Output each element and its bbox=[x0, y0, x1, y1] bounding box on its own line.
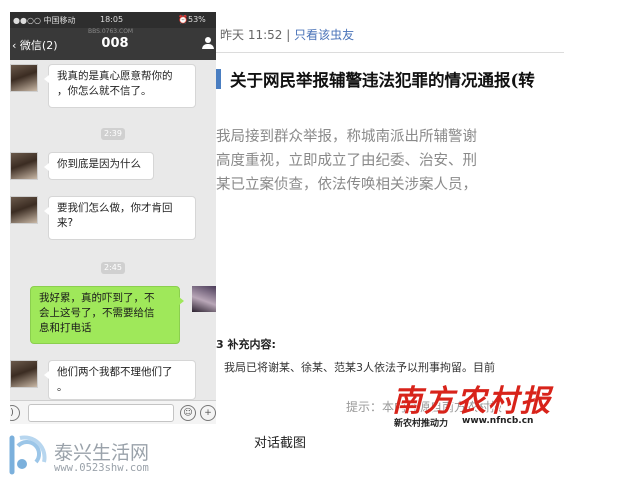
emoji-icon[interactable]: ☺ bbox=[180, 405, 196, 421]
message-line: 息和打电话 bbox=[39, 322, 92, 334]
wechat-screenshot: ●●○○ 中国移动 18:05 ⏰ 53% ‹ 微信(2) BBS.0763.C… bbox=[10, 12, 216, 424]
news-body: 我局接到群众举报，称城南派出所辅警谢 高度重视，立即成立了由纪委、治安、刑 某已… bbox=[216, 125, 477, 197]
chat-title: 008 bbox=[101, 36, 129, 51]
image-caption: 对话截图 bbox=[254, 436, 307, 451]
site-name: 泰兴生活网 bbox=[54, 442, 150, 464]
message-line: 要我们怎么做，你才肯回 bbox=[57, 202, 173, 214]
newspaper-logo: 南方农村报 新农村推动力 www.nfncb.cn bbox=[392, 376, 560, 432]
contact-avatar[interactable] bbox=[10, 152, 38, 180]
my-avatar[interactable] bbox=[192, 286, 216, 312]
timestamp: 2:39 bbox=[101, 128, 125, 140]
battery-label: 53% bbox=[188, 15, 206, 24]
message-input-bar: ) ☺ + bbox=[10, 400, 216, 424]
message-line: 我好累，真的吓到了，不 bbox=[39, 292, 155, 304]
logo-slogan: 新农村推动力 bbox=[394, 419, 449, 429]
back-button[interactable]: ‹ 微信(2) bbox=[12, 37, 58, 53]
incoming-message[interactable]: 要我们怎么做，你才肯回 来? bbox=[44, 196, 196, 240]
outgoing-message[interactable]: 我好累，真的吓到了，不 会上这号了，不需要给信 息和打电话 bbox=[30, 286, 184, 344]
message-line: 。 bbox=[57, 381, 68, 393]
news-title: 关于网民举报辅警违法犯罪的情况通报(转 bbox=[230, 71, 535, 90]
back-label: 微信(2) bbox=[19, 39, 58, 52]
only-this-user-link[interactable]: 只看该虫友 bbox=[294, 28, 354, 42]
message-line: ，你怎么就不信了。 bbox=[57, 85, 152, 97]
incoming-message[interactable]: 我真的是真心愿意帮你的 ，你怎么就不信了。 bbox=[44, 64, 196, 108]
title-accent-bar bbox=[216, 69, 221, 89]
news-clipping: 昨天 11:52 | 只看该虫友 关于网民举报辅警违法犯罪的情况通报(转 我局接… bbox=[216, 12, 564, 432]
forum-watermark: BBS.0763.COM bbox=[88, 28, 134, 35]
alarm-icon: ⏰ bbox=[178, 15, 188, 24]
site-url: www.0523shw.com bbox=[54, 462, 149, 474]
body-line: 某已立案侦查，依法传唤相关涉案人员， bbox=[216, 177, 477, 193]
logo-title: 南方农村报 bbox=[392, 384, 552, 419]
message-input[interactable] bbox=[28, 404, 174, 422]
supplement-title: 3 补充内容: bbox=[216, 338, 276, 351]
voice-toggle-icon[interactable]: ) bbox=[10, 405, 20, 421]
contact-avatar[interactable] bbox=[10, 196, 38, 224]
message-line: 你到底是因为什么 bbox=[57, 158, 141, 170]
body-line: 高度重视，立即成立了由纪委、治安、刑 bbox=[216, 153, 477, 169]
contact-avatar[interactable] bbox=[10, 360, 38, 388]
message-line: 他们两个我都不理他们了 bbox=[57, 366, 173, 378]
status-bar: ●●○○ 中国移动 18:05 ⏰ 53% bbox=[10, 12, 216, 28]
post-meta: 昨天 11:52 | 只看该虫友 bbox=[220, 26, 354, 43]
contact-profile-icon[interactable] bbox=[202, 37, 214, 49]
message-line: 会上这号了，不需要给信 bbox=[39, 307, 155, 319]
timestamp: 2:45 bbox=[101, 262, 125, 274]
chat-nav-bar: ‹ 微信(2) BBS.0763.COM 008 bbox=[10, 28, 216, 60]
meta-separator: | bbox=[286, 28, 291, 42]
incoming-message[interactable]: 你到底是因为什么 bbox=[44, 152, 154, 180]
signal-logo-icon bbox=[9, 435, 47, 475]
contact-avatar[interactable] bbox=[10, 64, 38, 92]
post-time: 昨天 11:52 bbox=[220, 28, 283, 42]
incoming-message[interactable]: 他们两个我都不理他们了 。 bbox=[44, 360, 196, 400]
supplement-body: 我局已将谢某、徐某、范某3人依法予以刑事拘留。目前 bbox=[224, 361, 495, 374]
message-line: 来? bbox=[57, 217, 74, 229]
body-line: 我局接到群众举报，称城南派出所辅警谢 bbox=[216, 129, 477, 145]
clock-label: 18:05 bbox=[100, 15, 124, 24]
logo-url: www.nfncb.cn bbox=[462, 416, 534, 426]
more-plus-icon[interactable]: + bbox=[200, 405, 216, 421]
divider bbox=[216, 52, 564, 53]
message-line: 我真的是真心愿意帮你的 bbox=[57, 70, 173, 82]
carrier-label: ●●○○ 中国移动 bbox=[13, 16, 76, 25]
